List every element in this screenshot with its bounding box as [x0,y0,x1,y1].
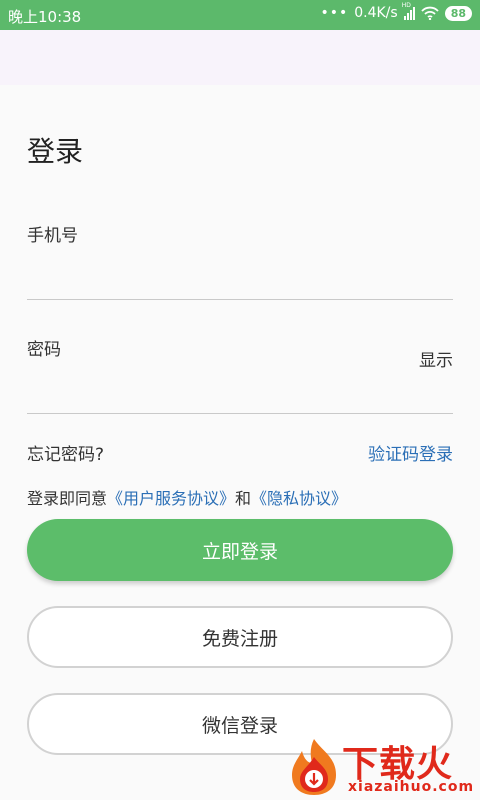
agreement-text: 登录即同意《用户服务协议》和《隐私协议》 [27,485,347,509]
status-indicators: ••• 0.4K/s HD 88 [320,2,472,21]
flame-icon [292,739,336,795]
phone-label: 手机号 [27,226,78,246]
cell-signal-icon: HD [402,2,415,20]
password-underline [27,413,453,414]
register-button[interactable]: 免费注册 [27,606,453,668]
watermark-subtitle: xiazaihuo.com [348,779,475,795]
agreement-prefix: 登录即同意 [27,489,108,508]
privacy-policy-link[interactable]: 《隐私协议》 [251,489,347,508]
forgot-password-link[interactable]: 忘记密码? [27,440,104,465]
login-button[interactable]: 立即登录 [27,519,453,581]
network-speed: 0.4K/s [354,5,398,21]
more-dots-icon: ••• [320,5,349,21]
phone-input[interactable] [27,250,453,298]
status-bar: 晚上10:38 ••• 0.4K/s HD 88 [0,0,480,30]
status-time: 晚上10:38 [8,8,82,26]
sms-login-link[interactable]: 验证码登录 [368,440,453,465]
agreement-and: 和 [235,489,252,508]
hd-badge: HD [401,2,411,9]
password-input[interactable] [27,364,397,412]
page-title: 登录 [27,135,84,168]
password-label: 密码 [27,340,61,360]
app-bar [0,30,480,85]
watermark-logo: 下载火 xiazaihuo.com [282,733,480,800]
show-password-toggle[interactable]: 显示 [419,346,453,371]
battery-icon: 88 [444,5,472,21]
phone-underline [27,299,453,300]
wifi-icon [421,6,439,20]
user-agreement-link[interactable]: 《用户服务协议》 [107,489,235,508]
